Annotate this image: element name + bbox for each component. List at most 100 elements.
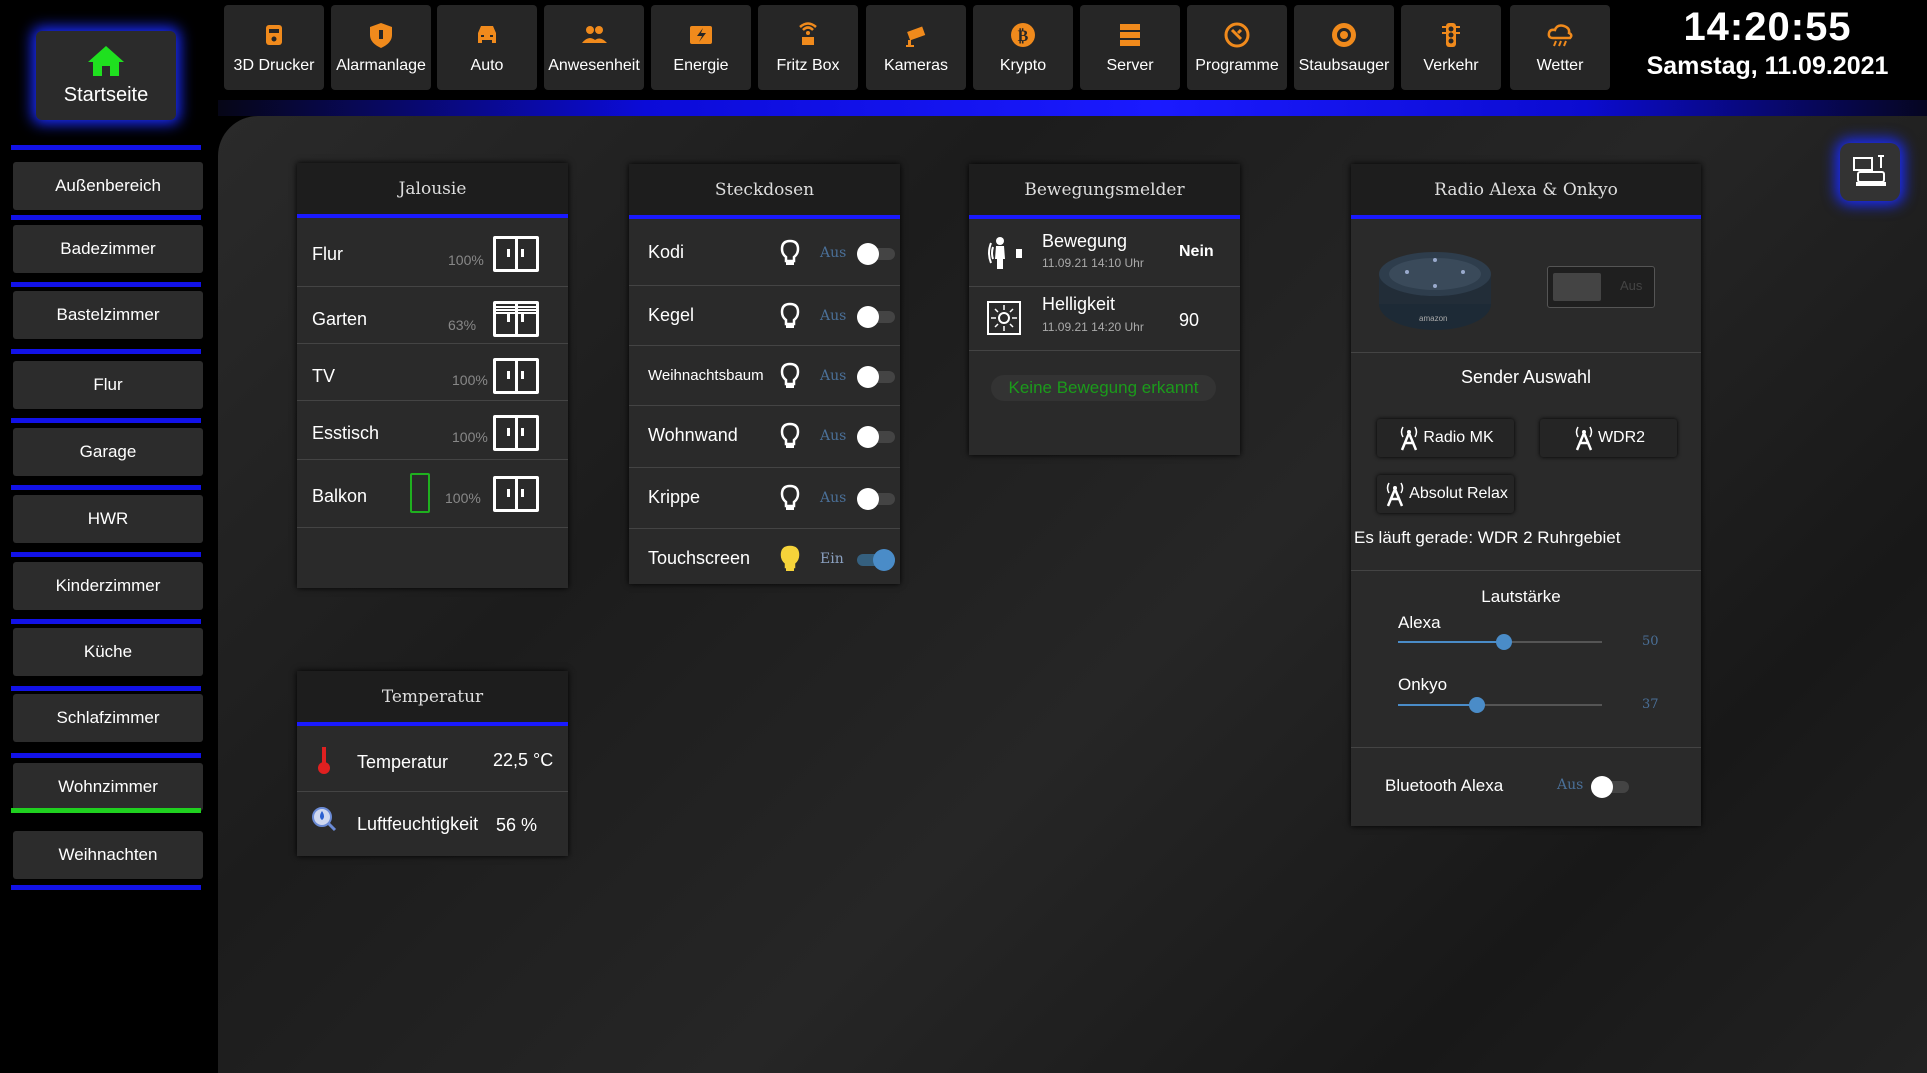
antenna-icon	[1572, 425, 1598, 451]
sidebar-room-6[interactable]: Kinderzimmer	[13, 562, 203, 610]
programs-icon	[1224, 22, 1250, 47]
socket-state: Ein	[820, 551, 844, 567]
nav-server-button[interactable]: Server	[1080, 5, 1180, 90]
sidebar-divider	[11, 418, 201, 423]
motion-sensor-icon	[988, 237, 1022, 269]
window-shutter-icon[interactable]	[493, 236, 539, 272]
humidity-value: 56 %	[496, 815, 538, 835]
socket-name: Weihnachtsbaum	[648, 367, 764, 384]
nav-car-button[interactable]: Auto	[437, 5, 537, 90]
nav-people-button[interactable]: Anwesenheit	[544, 5, 644, 90]
station-wdr2-button[interactable]: WDR2	[1540, 419, 1677, 457]
sidebar-divider	[11, 282, 201, 287]
station-radio-mk-button[interactable]: Radio MK	[1377, 419, 1514, 457]
nav-camera-button[interactable]: Kameras	[866, 5, 966, 90]
nav-weather-button[interactable]: Wetter	[1510, 5, 1610, 90]
window-shutter-icon[interactable]	[493, 358, 539, 394]
socket-row: Krippe Aus	[629, 468, 900, 529]
sidebar-divider	[11, 485, 201, 490]
window-shutter-icon[interactable]	[493, 415, 539, 451]
nav-label: Krypto	[999, 56, 1047, 74]
temperatur-card: Temperatur Temperatur 22,5 °C Luftfeucht…	[297, 671, 568, 856]
bewegungsmelder-card: Bewegungsmelder Bewegung 11.09.21 14:10 …	[969, 164, 1240, 455]
sidebar-divider	[11, 686, 201, 691]
jalousie-row: Flur 100%	[297, 222, 568, 287]
window-shutter-icon[interactable]	[493, 301, 539, 337]
bulb-icon	[780, 422, 800, 448]
bluetooth-state: Aus	[1557, 777, 1584, 793]
sidebar-divider	[11, 215, 201, 220]
nav-shield-button[interactable]: Alarmanlage	[331, 5, 431, 90]
nav-label: Programme	[1195, 56, 1279, 74]
humidity-icon	[312, 807, 337, 832]
socket-toggle[interactable]	[857, 488, 895, 510]
onkyo-volume-slider[interactable]	[1398, 697, 1602, 713]
nav-vacuum-button[interactable]: Staubsauger	[1294, 5, 1394, 90]
camera-icon	[906, 26, 926, 47]
nav-bitcoin-button[interactable]: ₿ Krypto	[973, 5, 1073, 90]
nav-router-button[interactable]: Fritz Box	[758, 5, 858, 90]
motion-row: Bewegung 11.09.21 14:10 Uhr Nein	[969, 223, 1240, 287]
sidebar-room-label: Weihnachten	[58, 845, 158, 864]
window-shutter-icon[interactable]	[493, 476, 539, 512]
sidebar-divider	[11, 145, 201, 150]
alexa-volume-slider[interactable]	[1398, 634, 1602, 650]
sidebar-room-3[interactable]: Flur	[13, 361, 203, 409]
slider-knob[interactable]	[1496, 634, 1513, 650]
socket-toggle[interactable]	[857, 243, 895, 265]
jalousie-name: Flur	[312, 244, 343, 264]
bluetooth-toggle[interactable]	[1591, 776, 1629, 798]
sidebar-room-7[interactable]: Küche	[13, 628, 203, 676]
sidebar-room-label: Küche	[83, 642, 133, 661]
home-label: Startseite	[63, 84, 149, 106]
nav-traffic-light-button[interactable]: Verkehr	[1401, 5, 1501, 90]
toggle-knob	[857, 243, 879, 265]
socket-state: Aus	[820, 428, 847, 444]
station-absolut-relax-button[interactable]: Absolut Relax	[1377, 475, 1514, 513]
home-button[interactable]: Startseite	[36, 31, 176, 120]
jalousie-value: 63%	[448, 317, 477, 333]
socket-toggle[interactable]	[857, 426, 895, 448]
view-mode-button[interactable]	[1840, 143, 1900, 201]
sidebar-room-2[interactable]: Bastelzimmer	[13, 291, 203, 339]
slider-knob[interactable]	[1468, 697, 1485, 713]
socket-toggle[interactable]	[857, 306, 895, 328]
sidebar-room-8[interactable]: Schlafzimmer	[13, 694, 203, 742]
jalousie-value: 100%	[448, 252, 484, 268]
now-playing: Es läuft gerade: WDR 2 Ruhrgebiet	[1354, 528, 1621, 547]
socket-toggle[interactable]	[857, 366, 895, 388]
jalousie-row: TV 100%	[297, 344, 568, 401]
nav-programs-button[interactable]: Programme	[1187, 5, 1287, 90]
nav-printer-3d-button[interactable]: 3D Drucker	[224, 5, 324, 90]
sidebar-room-10[interactable]: Weihnachten	[13, 831, 203, 879]
sidebar-room-4[interactable]: Garage	[13, 428, 203, 476]
radio-power-knob	[1553, 273, 1601, 301]
sidebar-room-label: Bastelzimmer	[56, 305, 160, 324]
bulb-icon	[780, 239, 800, 265]
jalousie-name: Balkon	[312, 486, 368, 506]
nav-energy-button[interactable]: Energie	[651, 5, 751, 90]
steckdosen-title: Steckdosen	[629, 164, 900, 219]
sidebar-divider	[11, 808, 201, 813]
sidebar-room-0[interactable]: Außenbereich	[13, 162, 203, 210]
radio-power-switch[interactable]: Aus	[1547, 266, 1655, 308]
nav-label: Kameras	[883, 56, 949, 74]
home-icon	[88, 46, 124, 76]
temperature-label: Temperatur	[357, 752, 449, 772]
sidebar-room-label: Flur	[93, 375, 123, 394]
sidebar-room-label: Schlafzimmer	[56, 708, 160, 727]
people-icon	[582, 25, 607, 43]
motion-label: Bewegung	[1042, 231, 1128, 251]
sidebar-room-5[interactable]: HWR	[13, 495, 203, 543]
dashboard-root: Startseite Außenbereich Badezimmer Bastelz…	[0, 0, 1927, 1073]
sidebar-divider	[11, 619, 201, 624]
volume-title: Lautstärke	[1481, 587, 1561, 606]
socket-row: Kodi Aus	[629, 223, 900, 286]
sidebar-room-label: Garage	[79, 442, 137, 461]
traffic-light-icon	[1442, 22, 1460, 47]
nav-label: 3D Drucker	[233, 56, 315, 74]
sidebar-room-1[interactable]: Badezimmer	[13, 225, 203, 273]
sidebar-room-9[interactable]: Wohnzimmer	[13, 763, 203, 811]
sidebar-divider	[11, 753, 201, 758]
socket-toggle[interactable]	[857, 549, 895, 571]
